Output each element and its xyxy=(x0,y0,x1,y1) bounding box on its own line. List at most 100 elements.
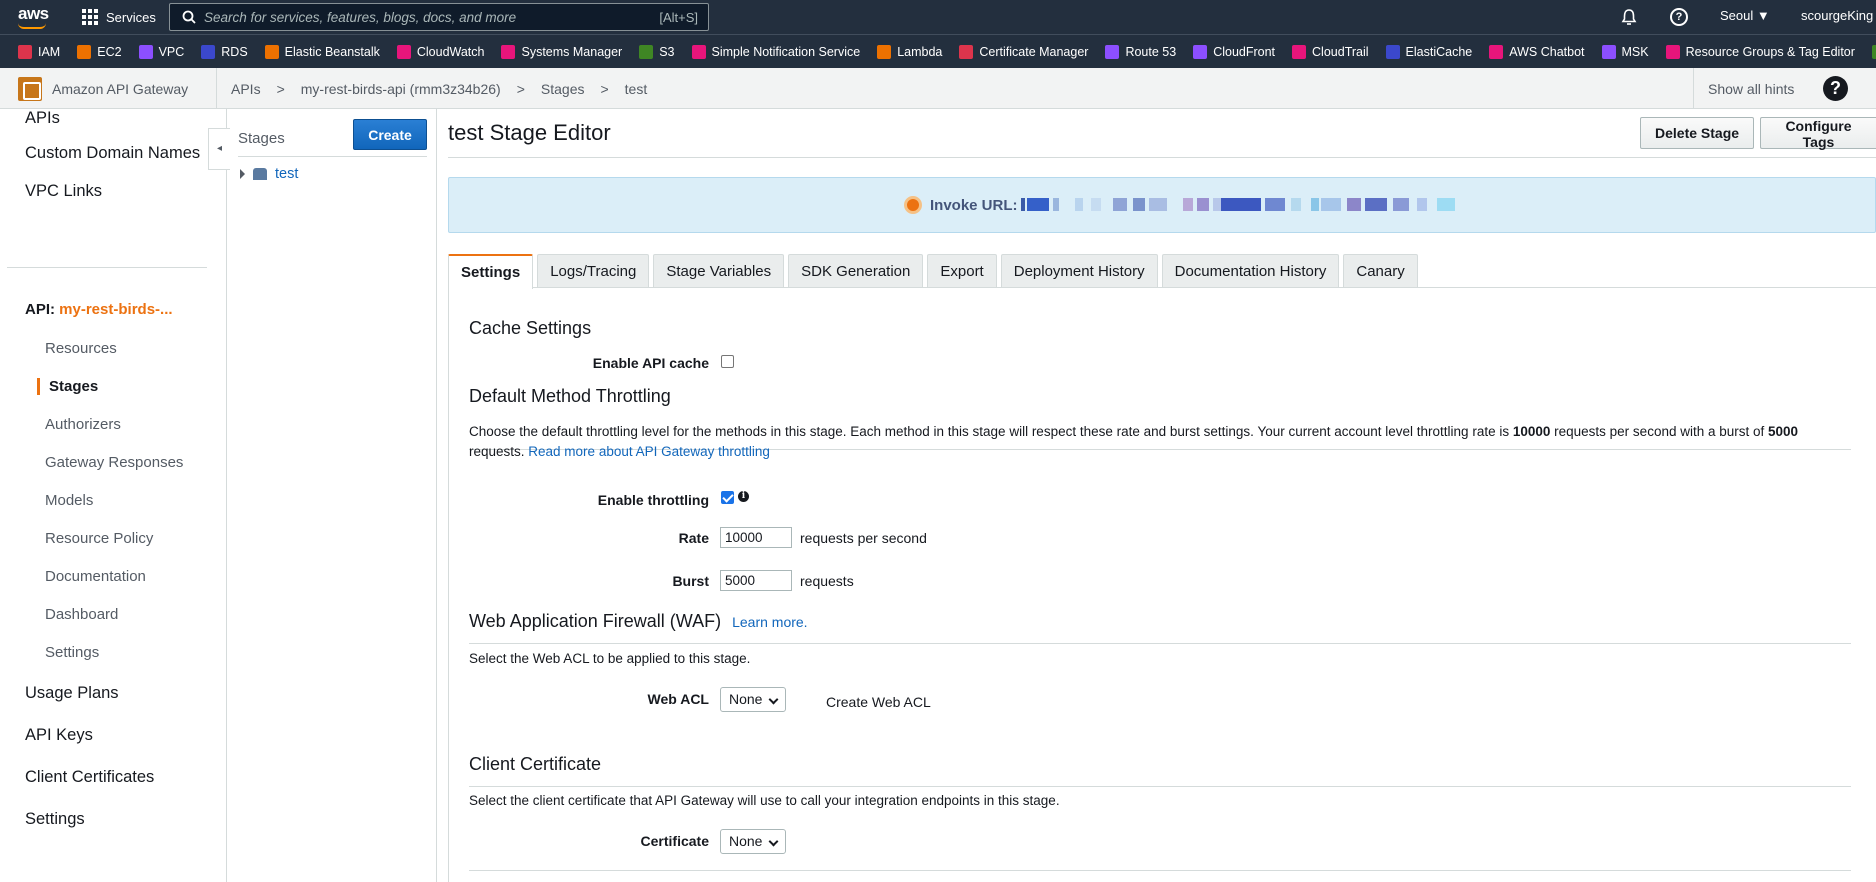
expand-triangle-icon[interactable] xyxy=(240,169,245,179)
favorite-service-link[interactable]: Elastic Beanstalk xyxy=(264,44,380,59)
burst-input[interactable] xyxy=(720,570,792,591)
nav-gateway-responses[interactable]: Gateway Responses xyxy=(45,454,183,471)
nav-api-keys[interactable]: API Keys xyxy=(25,726,93,745)
create-web-acl-link[interactable]: Create Web ACL xyxy=(826,694,931,710)
nav-stages[interactable]: Stages xyxy=(49,378,98,395)
breadcrumb-apis[interactable]: APIs xyxy=(231,81,261,97)
stage-icon xyxy=(253,168,267,180)
api-prefix: API: xyxy=(25,301,55,318)
favorite-service-link[interactable]: MSK xyxy=(1601,44,1649,59)
divider xyxy=(469,786,1851,787)
aws-logo[interactable]: aws xyxy=(16,4,50,30)
favorite-service-link[interactable] xyxy=(1871,44,1876,59)
service-icon xyxy=(959,44,974,59)
favorite-service-link[interactable]: Systems Manager xyxy=(501,44,622,59)
nav-apis[interactable]: APIs xyxy=(25,109,60,128)
rate-input[interactable] xyxy=(720,527,792,548)
favorite-service-link[interactable]: CloudFront xyxy=(1193,44,1275,59)
nav-api-settings[interactable]: Settings xyxy=(45,644,99,661)
nav-resources[interactable]: Resources xyxy=(45,340,117,357)
tab-logs-tracing[interactable]: Logs/Tracing xyxy=(537,254,650,288)
tab-deployment-history[interactable]: Deployment History xyxy=(1000,254,1158,288)
throttling-docs-link[interactable]: Read more about API Gateway throttling xyxy=(528,444,770,459)
nav-dashboard[interactable]: Dashboard xyxy=(45,606,118,623)
service-icon xyxy=(1601,44,1616,59)
favorite-service-link[interactable]: Resource Groups & Tag Editor xyxy=(1665,44,1855,59)
favorite-service-link[interactable]: VPC xyxy=(138,44,184,59)
certificate-label: Certificate xyxy=(640,833,709,849)
search-box[interactable]: [Alt+S] xyxy=(169,3,709,31)
tab-export[interactable]: Export xyxy=(927,254,997,288)
nav-vpc-links[interactable]: VPC Links xyxy=(25,182,102,201)
favorite-label: AWS Chatbot xyxy=(1509,44,1585,59)
favorite-service-link[interactable]: AWS Chatbot xyxy=(1489,44,1585,59)
nav-models[interactable]: Models xyxy=(45,492,93,509)
search-icon xyxy=(182,10,196,24)
bell-icon[interactable] xyxy=(1620,8,1638,26)
nav-current-api[interactable]: API: my-rest-birds-... xyxy=(25,301,173,318)
favorite-service-link[interactable]: S3 xyxy=(639,44,675,59)
enable-api-cache-checkbox[interactable] xyxy=(721,355,734,368)
collapse-nav-button[interactable]: ◂ xyxy=(208,128,230,170)
breadcrumb: APIs > my-rest-birds-api (rmm3z34b26) > … xyxy=(231,81,647,97)
web-acl-select[interactable]: None xyxy=(720,687,786,712)
favorite-service-link[interactable]: EC2 xyxy=(77,44,122,59)
service-icon xyxy=(18,44,32,59)
certificate-select[interactable]: None xyxy=(720,829,786,854)
tab-canary[interactable]: Canary xyxy=(1343,254,1418,288)
nav-settings[interactable]: Settings xyxy=(25,810,85,829)
page-title: test Stage Editor xyxy=(448,120,611,145)
stages-panel-title: Stages xyxy=(238,130,285,147)
nav-custom-domain-names[interactable]: Custom Domain Names xyxy=(25,144,200,163)
nav-client-certificates[interactable]: Client Certificates xyxy=(25,768,154,787)
create-stage-button[interactable]: Create xyxy=(353,119,427,150)
region-selector[interactable]: Seoul ▼ xyxy=(1720,8,1770,23)
favorite-service-link[interactable]: Simple Notification Service xyxy=(691,44,860,59)
favorite-service-link[interactable]: RDS xyxy=(201,44,248,59)
favorite-service-link[interactable]: IAM xyxy=(18,44,61,59)
stage-editor: test Stage Editor Delete Stage Configure… xyxy=(438,109,1876,882)
search-input[interactable] xyxy=(204,7,604,27)
favorite-service-link[interactable]: Lambda xyxy=(877,44,942,59)
web-acl-label: Web ACL xyxy=(647,691,709,707)
favorite-label: MSK xyxy=(1621,44,1649,59)
info-icon[interactable]: i xyxy=(738,491,749,502)
nav-resource-policy[interactable]: Resource Policy xyxy=(45,530,153,547)
configure-tags-button[interactable]: Configure Tags xyxy=(1760,117,1876,150)
favorite-label: IAM xyxy=(38,44,61,59)
waf-learn-more-link[interactable]: Learn more. xyxy=(732,614,807,630)
delete-stage-button[interactable]: Delete Stage xyxy=(1640,117,1755,149)
favorite-service-link[interactable]: ElastiCache xyxy=(1385,44,1472,59)
service-home-link[interactable]: Amazon API Gateway xyxy=(18,77,188,101)
service-icon xyxy=(1385,44,1400,59)
help-icon[interactable]: ? xyxy=(1823,76,1848,101)
client-certificate-title: Client Certificate xyxy=(469,754,602,774)
nav-documentation[interactable]: Documentation xyxy=(45,568,146,585)
tab-stage-variables[interactable]: Stage Variables xyxy=(653,254,785,288)
favorite-service-link[interactable]: Route 53 xyxy=(1105,44,1176,59)
nav-authorizers[interactable]: Authorizers xyxy=(45,416,121,433)
tab-settings[interactable]: Settings xyxy=(448,254,534,289)
breadcrumb-api[interactable]: my-rest-birds-api (rmm3z34b26) xyxy=(301,81,501,97)
settings-panel: Cache Settings Enable API cache Default … xyxy=(448,287,1876,882)
breadcrumb-stages[interactable]: Stages xyxy=(541,81,585,97)
enable-throttling-checkbox[interactable] xyxy=(721,491,734,504)
service-icon xyxy=(501,44,516,59)
favorite-label: EC2 xyxy=(97,44,122,59)
show-all-hints-button[interactable]: Show all hints xyxy=(1693,68,1800,109)
favorite-service-link[interactable]: Certificate Manager xyxy=(959,44,1088,59)
nav-usage-plans[interactable]: Usage Plans xyxy=(25,684,119,703)
services-menu-button[interactable]: Services xyxy=(82,8,156,26)
favorite-service-link[interactable]: CloudTrail xyxy=(1292,44,1369,59)
account-menu[interactable]: scourgeKing xyxy=(1801,8,1873,23)
stage-tree-item[interactable]: test xyxy=(240,166,298,182)
service-icon xyxy=(77,44,92,59)
favorite-service-link[interactable]: CloudWatch xyxy=(396,44,484,59)
service-icon xyxy=(264,44,279,59)
help-icon[interactable]: ? xyxy=(1670,8,1688,26)
aws-logo-text: aws xyxy=(18,4,49,23)
invoke-url-redacted[interactable] xyxy=(1021,197,1455,212)
tab-documentation-history[interactable]: Documentation History xyxy=(1161,254,1340,288)
account-rate-value: 10000 xyxy=(1512,424,1551,439)
tab-sdk-generation[interactable]: SDK Generation xyxy=(788,254,924,288)
